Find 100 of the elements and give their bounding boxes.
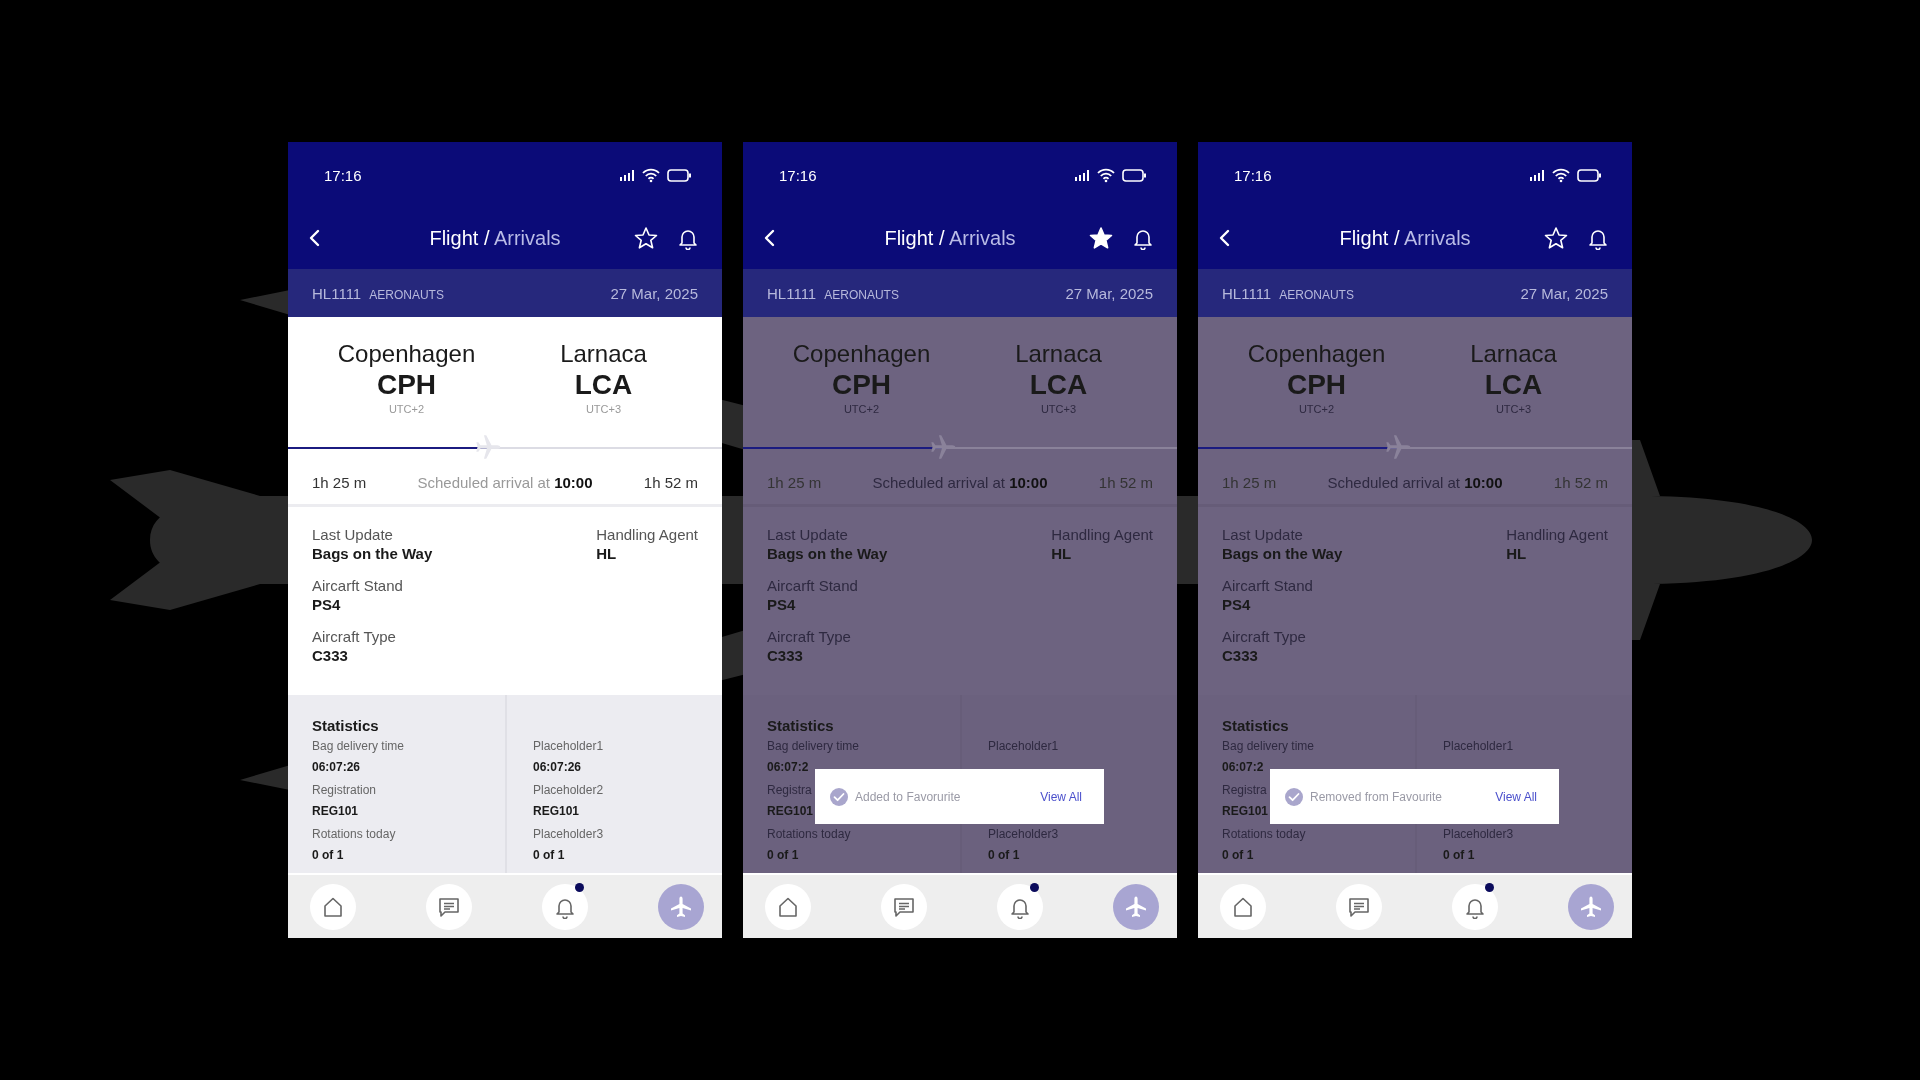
city-name: Larnaca [1015,339,1102,369]
back-button[interactable] [1218,229,1230,247]
star-icon [1544,226,1568,250]
timezone-label: UTC+2 [388,402,425,417]
home-tab[interactable] [1220,883,1266,930]
city-name: Copenhagen [1247,339,1386,369]
battery-icon [1122,168,1147,182]
messages-tab[interactable] [1336,883,1382,930]
flight-number: HL1111 [1222,284,1272,302]
back-chevron-icon [308,229,320,247]
status-time: 17:16 [779,166,817,184]
airline-name: AERONAUTS [369,287,444,302]
toast-text: Removed from Favourite [1310,789,1444,804]
detail-value: C333 [1222,646,1259,665]
back-button[interactable] [763,229,775,247]
timezone-label: UTC+2 [843,402,880,417]
signal-icon [1529,168,1545,182]
detail-label: Aircarft Stand [767,576,859,595]
detail-value: Bags on the Way [1222,544,1344,563]
city-name: Larnaca [560,339,647,369]
detail-value: HL [1051,544,1073,563]
detail-label: Handling Agent [596,525,698,544]
detail-label: Aircraft Type [767,627,852,646]
elapsed-time: 1h 25 m [1222,473,1277,491]
stat-label: Placeholder1 [988,738,1059,755]
flight-date: 27 Mar, 2025 [610,284,698,302]
detail-value: Bags on the Way [312,544,434,563]
stat-value: REG101 [1222,803,1269,820]
detail-label: Last Update [1222,525,1304,544]
detail-value: PS4 [312,595,342,614]
screen-title: Flight / Arrivals [428,226,562,250]
home-tab[interactable] [765,883,811,930]
airport-code: CPH [376,369,437,401]
stat-value: REG101 [767,803,814,820]
favourite-button[interactable] [1089,226,1113,250]
stat-label: Placeholder1 [1443,738,1514,755]
statistics-title: Statistics [767,716,835,736]
elapsed-time: 1h 25 m [312,473,367,491]
stat-value: REG101 [533,803,580,820]
screen-title: Flight / Arrivals [883,226,1017,250]
back-chevron-icon [763,229,775,247]
stat-label: Placeholder2 [533,782,604,799]
stat-value: 06:07:26 [533,759,582,776]
stat-label: Placeholder1 [533,738,604,755]
notifications-tab[interactable] [1452,883,1498,930]
favourite-button[interactable] [634,226,658,250]
elapsed-time: 1h 25 m [767,473,822,491]
status-time: 17:16 [1234,166,1272,184]
screen-title: Flight / Arrivals [1338,226,1472,250]
stat-value: 0 of 1 [533,847,565,864]
notifications-tab[interactable] [542,883,588,930]
stat-value: 06:07:2 [767,759,809,776]
flight-number: HL1111 [312,284,362,302]
star-filled-icon [1089,226,1113,250]
plane-icon [1124,894,1148,919]
detail-value: C333 [767,646,804,665]
detail-value: Bags on the Way [767,544,889,563]
stat-label: Registra [1222,782,1267,799]
view-all-link[interactable]: View All [1040,789,1082,804]
flight-number: HL1111 [767,284,817,302]
detail-label: Last Update [312,525,394,544]
detail-value: C333 [312,646,349,665]
stat-value: 0 of 1 [1443,847,1475,864]
city-name: Larnaca [1470,339,1557,369]
signal-icon [619,168,635,182]
airline-name: AERONAUTS [824,287,899,302]
messages-tab[interactable] [881,883,927,930]
favourite-button[interactable] [1544,226,1568,250]
detail-label: Aircraft Type [1222,627,1307,646]
wifi-icon [1552,167,1570,183]
notifications-tab[interactable] [997,883,1043,930]
city-name: Copenhagen [792,339,931,369]
battery-icon [1577,168,1602,182]
airport-code: CPH [831,369,892,401]
statistics-title: Statistics [312,716,380,736]
stat-value: 06:07:2 [1222,759,1264,776]
scheduled-arrival: Scheduled arrival at 10:00 [872,473,1048,491]
stat-value: 0 of 1 [312,847,344,864]
stat-label: Rotations today [312,826,396,843]
flight-date: 27 Mar, 2025 [1065,284,1153,302]
wifi-icon [642,167,660,183]
detail-label: Aircraft Type [312,627,397,646]
remaining-time: 1h 52 m [643,473,698,491]
plane-icon [669,894,693,919]
back-button[interactable] [308,229,320,247]
flight-date: 27 Mar, 2025 [1520,284,1608,302]
detail-label: Aircarft Stand [312,576,404,595]
messages-tab[interactable] [426,883,472,930]
statistics-title: Statistics [1222,716,1290,736]
home-tab[interactable] [310,883,356,930]
view-all-link[interactable]: View All [1495,789,1537,804]
stat-label: Bag delivery time [1222,738,1315,755]
status-time: 17:16 [324,166,362,184]
stat-label: Placeholder3 [988,826,1059,843]
stat-value: REG101 [312,803,359,820]
timezone-label: UTC+3 [585,402,622,417]
stat-label: Bag delivery time [312,738,405,755]
scheduled-arrival: Scheduled arrival at 10:00 [417,473,593,491]
check-circle-icon [829,786,849,807]
stat-label: Registration [312,782,377,799]
